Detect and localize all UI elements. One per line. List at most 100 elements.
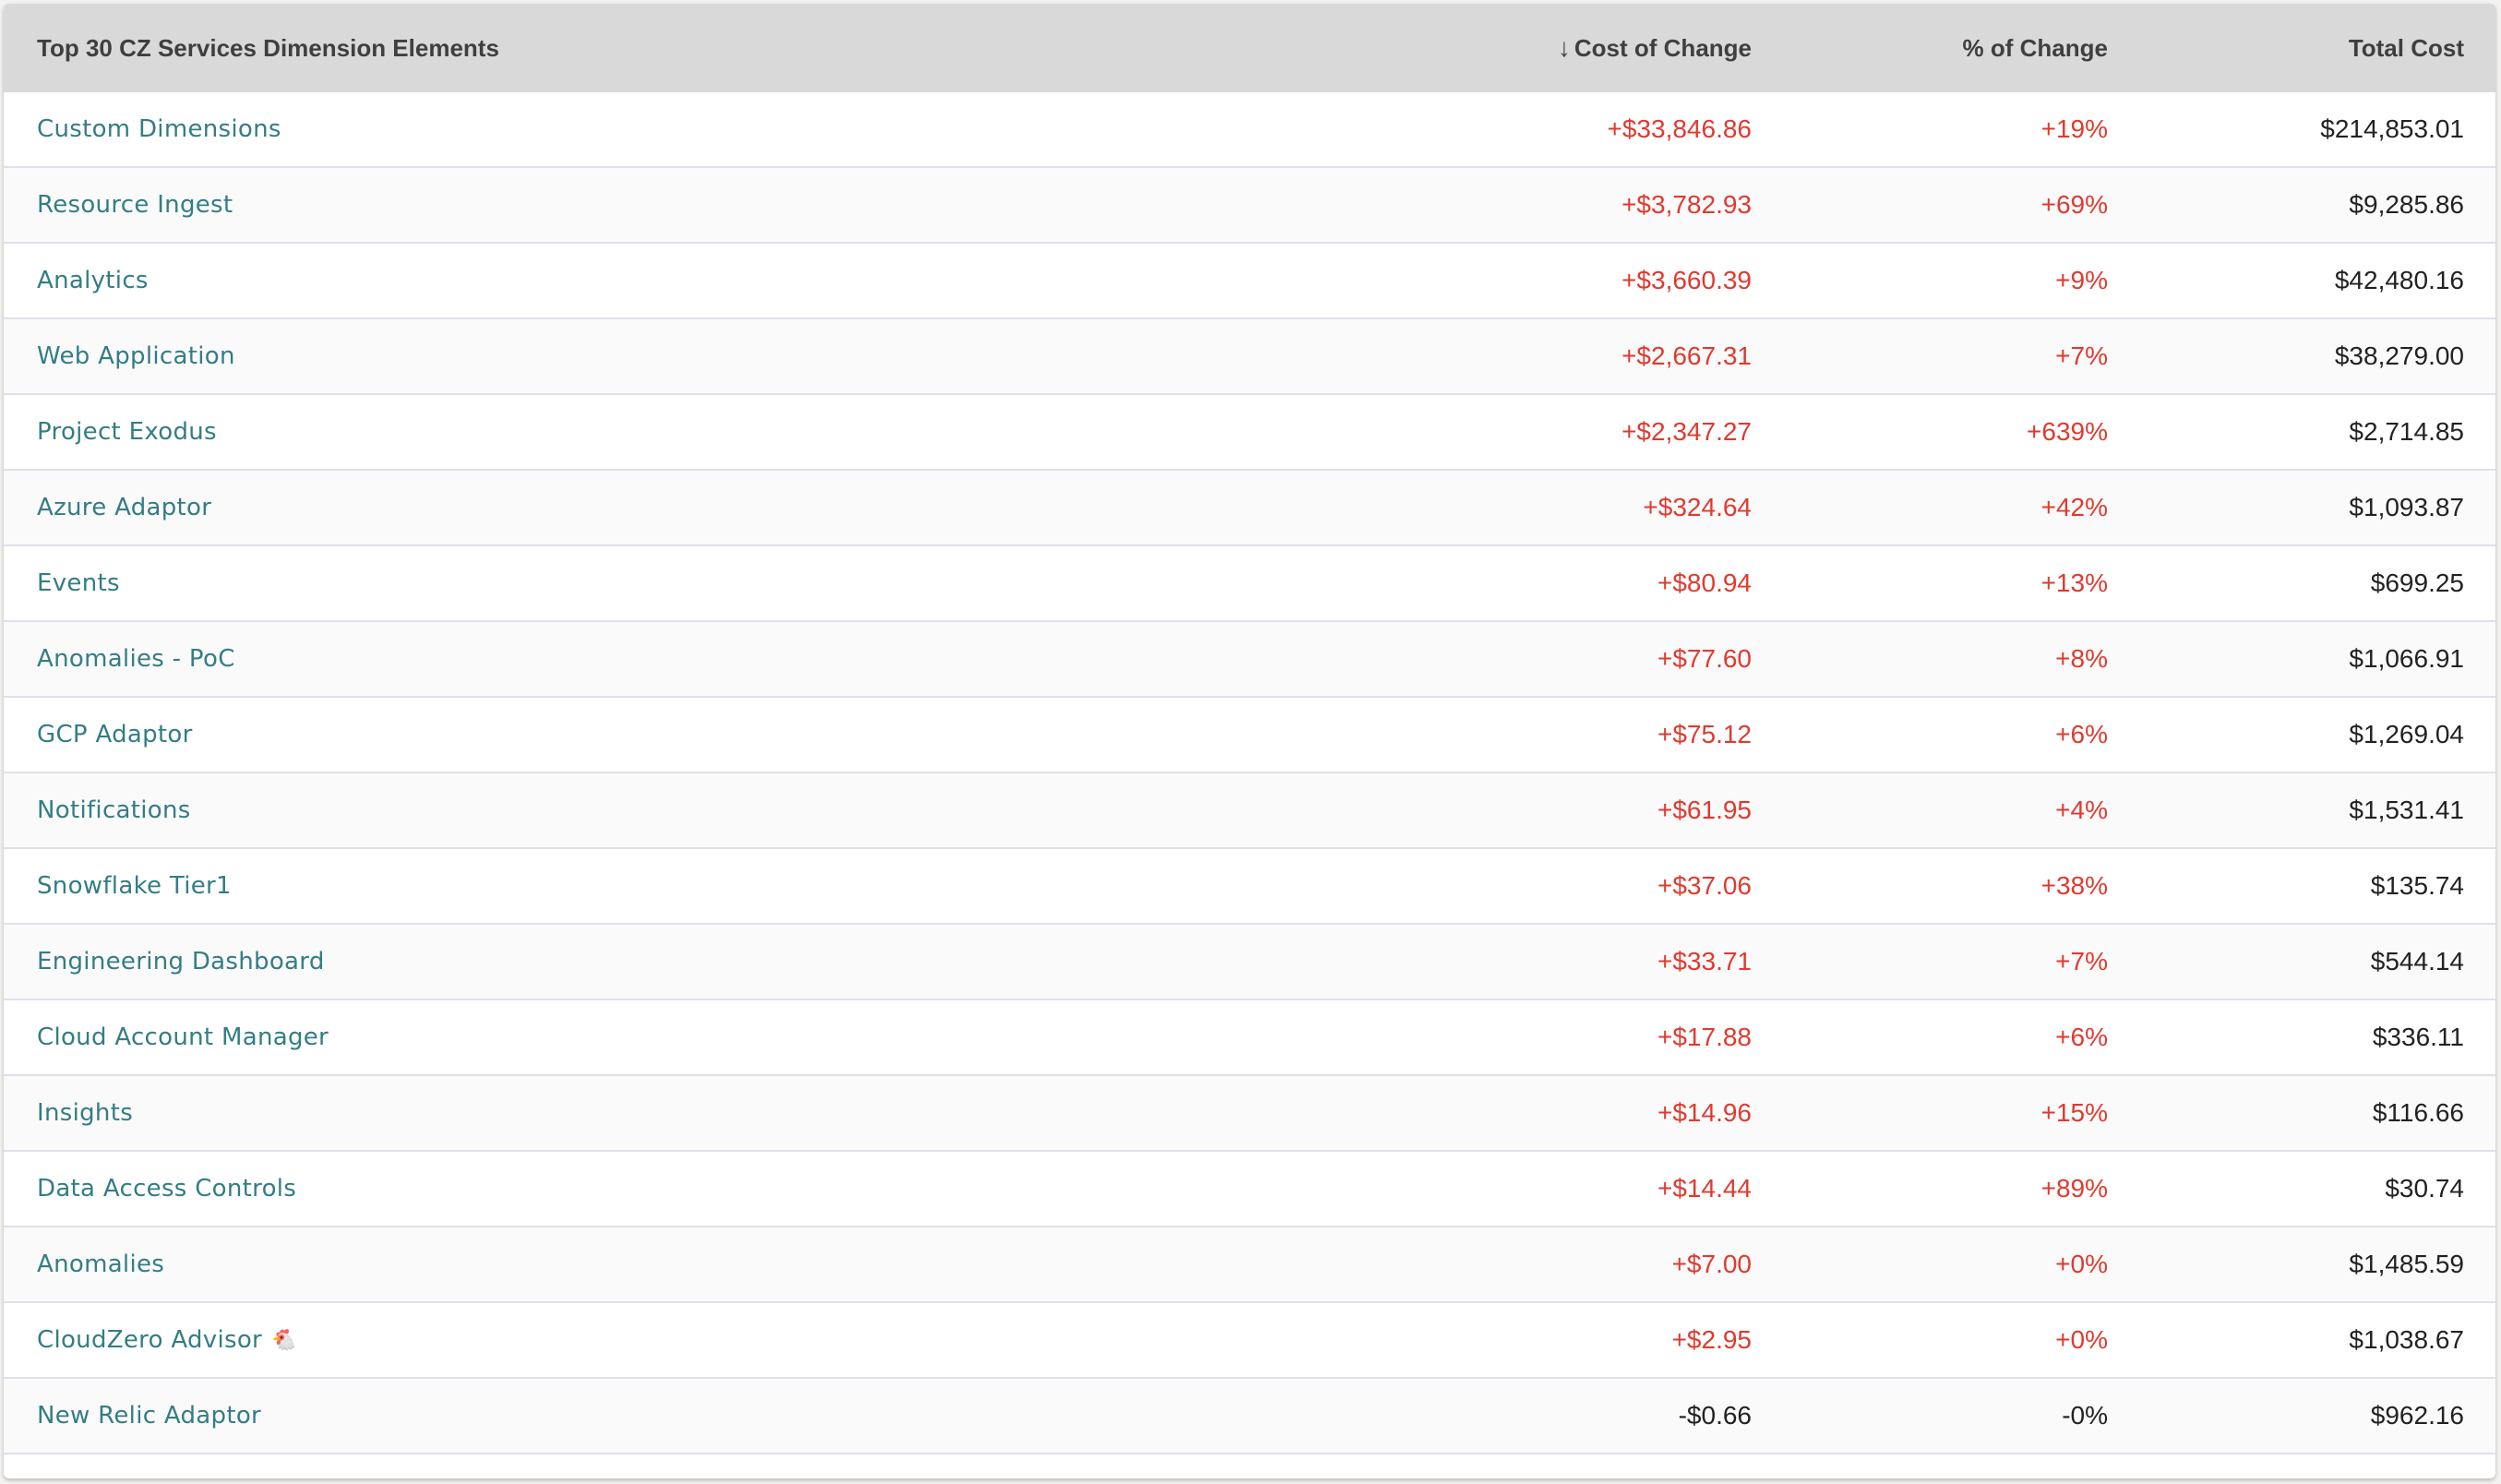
table-row: Resource Ingest +$3,782.93 +69% $9,285.8… xyxy=(4,168,2495,244)
total-cost-value: $135.74 xyxy=(2370,871,2464,900)
cost-of-change-value: +$324.64 xyxy=(1643,493,1752,521)
total-cost-value: $544.14 xyxy=(2370,947,2464,975)
cost-of-change-value: +$14.44 xyxy=(1657,1174,1752,1203)
table-row: Insights +$14.96 +15% $116.66 xyxy=(4,1076,2495,1152)
pct-of-change-value: +13% xyxy=(2040,568,2108,597)
pct-of-change-value: +0% xyxy=(2055,1250,2108,1278)
element-name: Web Application xyxy=(37,342,235,370)
element-name-link[interactable]: Custom Dimensions xyxy=(37,92,281,166)
element-name: Snowflake Tier1 xyxy=(37,872,232,900)
element-name-link[interactable]: New Relic Adaptor xyxy=(37,1379,261,1453)
element-name-link[interactable]: Events xyxy=(37,546,120,620)
table-row: GCP Adaptor +$75.12 +6% $1,269.04 xyxy=(4,698,2495,773)
element-name-link[interactable]: Insights xyxy=(37,1076,133,1150)
cost-of-change-value: +$75.12 xyxy=(1657,720,1752,748)
element-name: Azure Adaptor xyxy=(37,494,212,521)
element-name-link[interactable]: Anomalies - PoC xyxy=(37,622,235,696)
pct-of-change-value: +6% xyxy=(2055,720,2108,748)
element-name-link[interactable]: Data Access Controls xyxy=(37,1152,296,1226)
element-name-link[interactable]: Project Exodus xyxy=(37,395,217,469)
table-row: Web Application +$2,667.31 +7% $38,279.0… xyxy=(4,319,2495,395)
element-name-link[interactable]: Notifications xyxy=(37,773,191,847)
total-cost-value: $30.74 xyxy=(2385,1174,2464,1203)
total-cost-value: $1,531.41 xyxy=(2349,796,2464,824)
pct-of-change-value: +8% xyxy=(2055,644,2108,673)
total-cost-value: $2,714.85 xyxy=(2349,417,2464,446)
element-name-link[interactable]: Azure Adaptor xyxy=(37,471,211,545)
chicken-icon: 🐔 xyxy=(271,1328,297,1351)
total-cost-value: $1,269.04 xyxy=(2349,720,2464,748)
table-body: Custom Dimensions +$33,846.86 +19% $214,… xyxy=(4,92,2495,1454)
pct-of-change-value: +89% xyxy=(2040,1174,2108,1203)
table-row: Data Access Controls +$14.44 +89% $30.74 xyxy=(4,1152,2495,1227)
element-name: Events xyxy=(37,569,120,597)
cost-of-change-value: -$0.66 xyxy=(1678,1401,1752,1430)
total-cost-value: $9,285.86 xyxy=(2349,190,2464,219)
cost-of-change-value: +$2,347.27 xyxy=(1621,417,1752,446)
column-header-pct-of-change[interactable]: % of Change xyxy=(1963,4,2108,92)
column-header-total-cost[interactable]: Total Cost xyxy=(2349,4,2464,92)
column-header-name[interactable]: Top 30 CZ Services Dimension Elements xyxy=(37,4,499,92)
element-name: Engineering Dashboard xyxy=(37,948,325,975)
element-name-link[interactable]: Analytics xyxy=(37,244,149,317)
total-cost-value: $116.66 xyxy=(2372,1098,2464,1127)
element-name-link[interactable]: GCP Adaptor xyxy=(37,698,193,772)
element-name: New Relic Adaptor xyxy=(37,1402,262,1430)
element-name-link[interactable]: Web Application xyxy=(37,319,235,393)
element-name-link[interactable]: CloudZero Advisor 🐔 xyxy=(37,1303,297,1377)
table-row: Engineering Dashboard +$33.71 +7% $544.1… xyxy=(4,925,2495,1000)
table-row: Anomalies +$7.00 +0% $1,485.59 xyxy=(4,1227,2495,1303)
total-cost-value: $336.11 xyxy=(2372,1023,2464,1051)
pct-of-change-value: +4% xyxy=(2055,796,2108,824)
table-row: New Relic Adaptor -$0.66 -0% $962.16 xyxy=(4,1379,2495,1454)
element-name-link[interactable]: Snowflake Tier1 xyxy=(37,849,232,923)
element-name-link[interactable]: Resource Ingest xyxy=(37,168,233,242)
element-name: Custom Dimensions xyxy=(37,115,281,143)
total-cost-value: $1,485.59 xyxy=(2349,1250,2464,1278)
element-name: Data Access Controls xyxy=(37,1175,297,1203)
element-name: Anomalies - PoC xyxy=(37,645,235,673)
table-row: Project Exodus +$2,347.27 +639% $2,714.8… xyxy=(4,395,2495,471)
cost-of-change-value: +$61.95 xyxy=(1657,796,1752,824)
pct-of-change-value: +15% xyxy=(2040,1098,2108,1127)
element-name-link[interactable]: Engineering Dashboard xyxy=(37,925,325,999)
pct-of-change-value: +0% xyxy=(2055,1325,2108,1354)
element-name-link[interactable]: Anomalies xyxy=(37,1227,164,1301)
element-name-link[interactable]: Cloud Account Manager xyxy=(37,1000,329,1074)
dimension-elements-table: Top 30 CZ Services Dimension Elements ↓ … xyxy=(4,4,2495,1478)
cost-of-change-value: +$80.94 xyxy=(1657,568,1752,597)
table-row: CloudZero Advisor 🐔 +$2.95 +0% $1,038.67 xyxy=(4,1303,2495,1379)
column-header-cost-of-change[interactable]: ↓ Cost of Change xyxy=(1558,4,1752,92)
element-name: Cloud Account Manager xyxy=(37,1023,329,1051)
total-cost-value: $1,066.91 xyxy=(2349,644,2464,673)
table-row: Notifications +$61.95 +4% $1,531.41 xyxy=(4,773,2495,849)
total-cost-value: $699.25 xyxy=(2370,568,2464,597)
table-row: Anomalies - PoC +$77.60 +8% $1,066.91 xyxy=(4,622,2495,698)
pct-of-change-value: +6% xyxy=(2055,1023,2108,1051)
cost-of-change-value: +$77.60 xyxy=(1657,644,1752,673)
cost-of-change-value: +$3,782.93 xyxy=(1621,190,1752,219)
pct-of-change-value: +7% xyxy=(2055,947,2108,975)
cost-of-change-value: +$2.95 xyxy=(1671,1325,1752,1354)
total-cost-value: $38,279.00 xyxy=(2334,341,2464,370)
cost-of-change-value: +$37.06 xyxy=(1657,871,1752,900)
total-cost-value: $1,093.87 xyxy=(2349,493,2464,521)
pct-of-change-value: +7% xyxy=(2055,341,2108,370)
element-name: CloudZero Advisor xyxy=(37,1326,263,1354)
element-name: Anomalies xyxy=(37,1251,165,1278)
cost-of-change-value: +$3,660.39 xyxy=(1621,266,1752,294)
pct-of-change-value: +639% xyxy=(2027,417,2108,446)
table-row: Custom Dimensions +$33,846.86 +19% $214,… xyxy=(4,92,2495,168)
element-name: Project Exodus xyxy=(37,418,217,446)
table-header: Top 30 CZ Services Dimension Elements ↓ … xyxy=(4,4,2495,92)
pct-of-change-value: +42% xyxy=(2040,493,2108,521)
total-cost-value: $962.16 xyxy=(2370,1401,2464,1430)
element-name: Insights xyxy=(37,1099,134,1127)
total-cost-value: $42,480.16 xyxy=(2334,266,2464,294)
cost-of-change-value: +$2,667.31 xyxy=(1621,341,1752,370)
cost-of-change-value: +$33,846.86 xyxy=(1607,114,1753,143)
table-row: Snowflake Tier1 +$37.06 +38% $135.74 xyxy=(4,849,2495,925)
pct-of-change-value: -0% xyxy=(2062,1401,2108,1430)
table-row: Analytics +$3,660.39 +9% $42,480.16 xyxy=(4,244,2495,319)
table-row: Azure Adaptor +$324.64 +42% $1,093.87 xyxy=(4,471,2495,546)
